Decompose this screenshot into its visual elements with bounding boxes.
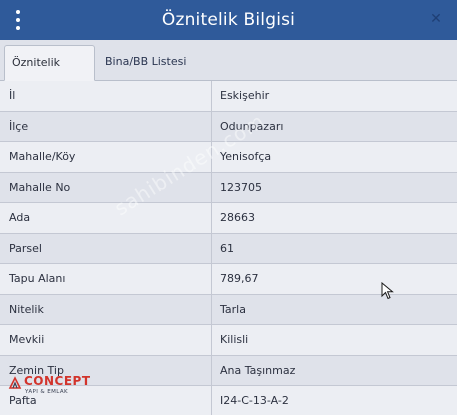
mouse-pointer-icon xyxy=(381,282,394,300)
table-row: Mahalle No 123705 xyxy=(0,172,457,203)
attribute-key: Pafta xyxy=(9,394,37,407)
tab-building-list[interactable]: Bina/BB Listesi xyxy=(98,45,193,79)
tab-attribute-info[interactable]: Öznitelik Bilgisi xyxy=(4,45,95,103)
attribute-key: İlçe xyxy=(9,119,29,133)
table-row: Pafta I24-C-13-A-2 xyxy=(0,386,457,415)
column-divider xyxy=(211,81,212,111)
column-divider xyxy=(211,355,212,385)
attribute-value: Kilisli xyxy=(220,333,249,346)
attribute-key: Mevkii xyxy=(9,333,45,346)
attribute-key: Tapu Alanı xyxy=(9,272,66,285)
vertical-ellipsis-icon[interactable] xyxy=(14,10,22,30)
attribute-key: Mahalle/Köy xyxy=(9,150,76,163)
attribute-value: Tarla xyxy=(220,302,246,316)
attribute-value: Ana Taşınmaz xyxy=(220,363,296,377)
column-divider xyxy=(211,142,212,172)
table-row: Zemin Tip Ana Taşınmaz xyxy=(0,355,457,386)
attribute-info-window: Öznitelik Bilgisi ✕ Öznitelik Bilgisi Bi… xyxy=(0,0,457,415)
column-divider xyxy=(211,386,212,415)
table-row: Mahalle/Köy Yenisofça xyxy=(0,142,457,173)
attribute-value: 28663 xyxy=(220,211,255,224)
column-divider xyxy=(211,172,212,202)
attribute-key: Parsel xyxy=(9,241,42,255)
attribute-value: 789,67 xyxy=(220,272,259,285)
attribute-key: Mahalle No xyxy=(9,180,71,194)
attribute-key: Zemin Tip xyxy=(9,363,64,377)
table-row: İl Eskişehir xyxy=(0,81,457,112)
table-row: Parsel 61 xyxy=(0,233,457,264)
attribute-key: Ada xyxy=(9,211,31,224)
column-divider xyxy=(211,294,212,324)
attribute-table: İl Eskişehir İlçe Odunpazarı Mahalle/Köy… xyxy=(0,81,457,415)
close-icon[interactable]: ✕ xyxy=(429,12,443,26)
table-row: Ada 28663 xyxy=(0,203,457,234)
title-bar: Öznitelik Bilgisi ✕ xyxy=(0,0,457,40)
window-title: Öznitelik Bilgisi xyxy=(161,10,296,30)
attribute-value: I24-C-13-A-2 xyxy=(220,394,289,407)
attribute-value: 123705 xyxy=(220,180,262,194)
column-divider xyxy=(211,203,212,233)
table-row: İlçe Odunpazarı xyxy=(0,111,457,142)
attribute-value: 61 xyxy=(220,241,234,255)
attribute-value: Odunpazarı xyxy=(220,119,284,133)
column-divider xyxy=(211,233,212,263)
column-divider xyxy=(211,264,212,294)
attribute-key: Nitelik xyxy=(9,302,44,316)
attribute-value: Eskişehir xyxy=(220,89,270,102)
tab-bar: Öznitelik Bilgisi Bina/BB Listesi xyxy=(0,40,457,103)
attribute-value: Yenisofça xyxy=(220,150,272,163)
column-divider xyxy=(211,111,212,141)
table-row: Mevkii Kilisli xyxy=(0,325,457,356)
column-divider xyxy=(211,325,212,355)
attribute-key: İl xyxy=(9,89,16,102)
